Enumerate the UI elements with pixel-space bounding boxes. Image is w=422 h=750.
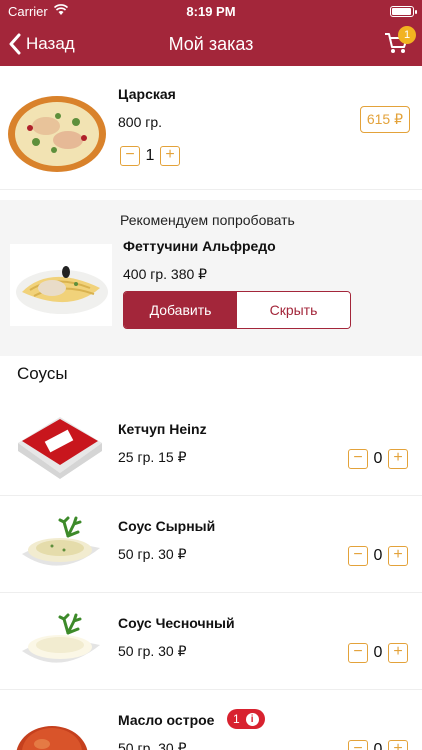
navigation-bar: Назад Мой заказ 1 [0, 22, 422, 66]
quantity-stepper: − 0 + [348, 643, 408, 663]
sauce-meta: 50 гр. 30 ₽ [118, 546, 187, 562]
decrease-button[interactable]: − [120, 146, 140, 166]
list-item: Кетчуп Heinz 25 гр. 15 ₽ − 0 + [0, 399, 422, 496]
badge-count: 1 [233, 712, 240, 726]
quantity-value: 0 [373, 547, 383, 564]
increase-button[interactable]: + [388, 740, 408, 750]
recommendation-meta: 400 гр. 380 ₽ [123, 266, 208, 282]
sauce-name: Кетчуп Heinz [118, 421, 207, 437]
order-item: Царская 800 гр. 615 ₽ − 1 + [0, 66, 422, 190]
quantity-stepper: − 0 + [348, 740, 408, 750]
quantity-stepper: − 0 + [348, 546, 408, 566]
item-name: Царская [118, 86, 176, 102]
item-weight: 800 гр. [118, 114, 163, 130]
hide-button[interactable]: Скрыть [237, 292, 350, 328]
recommendation-heading: Рекомендуем попробовать [120, 212, 295, 228]
quantity-value: 0 [373, 741, 383, 750]
hot-oil-badge: 1 i [227, 709, 265, 729]
increase-button[interactable]: + [388, 643, 408, 663]
list-item: Масло острое 1 i 50 гр. 30 ₽ − 0 + [0, 690, 422, 750]
pizza-image [8, 96, 106, 172]
battery-icon [390, 6, 417, 17]
increase-button[interactable]: + [388, 546, 408, 566]
info-icon: i [245, 712, 259, 726]
recommendation-actions: Добавить Скрыть [123, 291, 351, 329]
ketchup-image [18, 417, 102, 479]
add-button[interactable]: Добавить [124, 292, 237, 328]
sauce-name: Соус Сырный [118, 518, 216, 534]
cheese-sauce-image [22, 516, 100, 566]
increase-button[interactable]: + [160, 146, 180, 166]
quantity-value: 0 [373, 450, 383, 467]
item-price: 615 ₽ [359, 106, 410, 133]
quantity-value: 0 [373, 644, 383, 661]
quantity-stepper: − 0 + [348, 449, 408, 469]
sauce-meta: 25 гр. 15 ₽ [118, 449, 187, 465]
garlic-sauce-image [22, 613, 100, 663]
page-title: Мой заказ [168, 34, 254, 54]
cart-count-badge: 1 [398, 26, 416, 44]
recommendation-card: Рекомендуем попробовать Феттучини Альфре… [0, 200, 422, 356]
pasta-image [10, 244, 112, 326]
decrease-button[interactable]: − [348, 643, 368, 663]
decrease-button[interactable]: − [348, 740, 368, 750]
quantity-value: 1 [145, 147, 155, 164]
sauces-section-title: Соусы [17, 364, 68, 383]
recommendation-name: Феттучини Альфредо [123, 238, 276, 254]
quantity-stepper: − 1 + [120, 146, 180, 166]
decrease-button[interactable]: − [348, 449, 368, 469]
status-bar: Carrier 8:19 PM [0, 0, 422, 22]
sauce-name: Соус Чесночный [118, 615, 235, 631]
sauce-name: Масло острое [118, 712, 215, 728]
list-item: Соус Чесночный 50 гр. 30 ₽ − 0 + [0, 593, 422, 690]
increase-button[interactable]: + [388, 449, 408, 469]
sauce-meta: 50 гр. 30 ₽ [118, 643, 187, 659]
sauce-meta: 50 гр. 30 ₽ [118, 740, 187, 750]
hot-oil-image [16, 726, 88, 750]
clock: 8:19 PM [186, 4, 236, 19]
decrease-button[interactable]: − [348, 546, 368, 566]
list-item: Соус Сырный 50 гр. 30 ₽ − 0 + [0, 496, 422, 593]
